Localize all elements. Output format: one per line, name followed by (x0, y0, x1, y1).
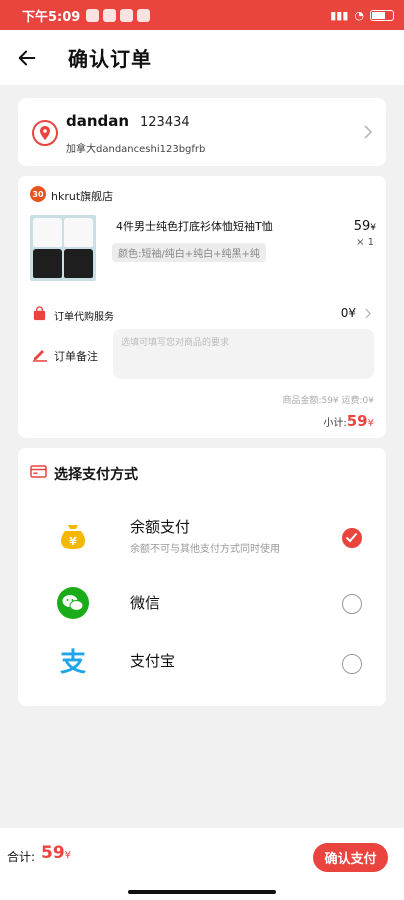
product-quantity: × 1 (356, 237, 374, 248)
white-shirt-image (33, 218, 62, 247)
pencil-icon (33, 350, 47, 362)
black-shirt-image (33, 249, 62, 278)
purchase-service-label: 订单代购服务 (54, 312, 114, 323)
shop-name[interactable]: hkrut旗舰店 (51, 188, 113, 204)
payment-method-name: 余额支付 (130, 518, 191, 536)
app-notification-icon (103, 8, 117, 22)
payment-card-icon (30, 465, 47, 478)
recipient-phone: 123434 (140, 115, 190, 130)
amount-breakdown: 商品金额:59¥ 运费:0¥ (282, 396, 374, 406)
money-bag-icon: ¥ (61, 525, 85, 549)
payment-method-name: 支付宝 (130, 652, 176, 670)
location-pin-icon (32, 120, 58, 146)
payment-method-name: 微信 (130, 594, 161, 612)
status-bar: 下午5:09 ▮▮▮ ◔ (0, 0, 404, 30)
alipay-icon: 支 (60, 648, 86, 678)
app-notification-icon (137, 8, 151, 22)
bottom-bar: 合计: 59¥ 确认支付 (0, 828, 404, 900)
total-amount-unit: ¥ (64, 850, 72, 861)
payment-radio[interactable] (342, 594, 362, 614)
payment-section-title: 选择支付方式 (54, 467, 138, 483)
confirm-payment-button[interactable]: 确认支付 (313, 843, 388, 872)
subtotal-unit: ¥ (367, 418, 374, 429)
product-price: 59¥ (354, 219, 376, 234)
order-card: 30 hkrut旗舰店 4件男士纯色打底衫体恤短袖T恤 颜色:短袖/纯白+纯白+… (18, 176, 386, 438)
black-shirt-image (64, 249, 93, 278)
shopping-bag-icon (33, 306, 46, 321)
address-detail: 加拿大dandanceshi123bgfrb (66, 144, 206, 155)
payment-option-wechat[interactable]: 微信 (18, 580, 386, 636)
total-amount: 59¥ (41, 843, 71, 863)
chevron-right-icon (364, 125, 373, 139)
payment-option-alipay[interactable]: 支 支付宝 (18, 640, 386, 696)
wifi-icon: ◔ (354, 8, 364, 22)
address-card[interactable]: dandan 123434 加拿大dandanceshi123bgfrb (18, 98, 386, 166)
white-shirt-image (64, 218, 93, 247)
app-header: 确认订单 (0, 30, 404, 85)
system-icons: ▮▮▮ ◔ (330, 9, 394, 22)
subtotal: 小计:59¥ (323, 412, 374, 430)
wechat-icon (57, 587, 89, 619)
purchase-service-price: 0¥ (340, 306, 356, 320)
status-time: 下午5:09 (22, 9, 81, 25)
chevron-right-icon[interactable] (364, 308, 372, 319)
app-notification-icon (120, 8, 134, 22)
subtotal-label: 小计: (323, 418, 347, 429)
notification-icons (86, 8, 151, 22)
payment-radio-selected[interactable] (342, 528, 362, 548)
home-indicator[interactable] (128, 890, 276, 894)
app-notification-icon (86, 8, 100, 22)
svg-text:¥: ¥ (69, 535, 77, 548)
product-price-currency: ¥ (370, 223, 376, 233)
page-title: 确认订单 (68, 47, 152, 71)
back-arrow-icon[interactable] (16, 47, 38, 69)
product-title[interactable]: 4件男士纯色打底衫体恤短袖T恤 (116, 218, 273, 234)
recipient-name: dandan (66, 112, 130, 130)
signal-icon: ▮▮▮ (330, 8, 349, 22)
payment-method-desc: 余额不可与其他支付方式同时使用 (130, 544, 280, 555)
check-icon (345, 532, 358, 543)
payment-radio[interactable] (342, 654, 362, 674)
total-amount-value: 59 (41, 843, 65, 863)
product-spec-tag: 颜色:短袖/纯白+纯白+纯黑+纯 (112, 243, 266, 262)
product-image[interactable] (30, 215, 96, 281)
total-label: 合计: (7, 850, 36, 864)
order-note-label: 订单备注 (54, 350, 98, 363)
order-note-input[interactable] (113, 329, 374, 379)
subtotal-value: 59 (346, 412, 368, 430)
payment-card: 选择支付方式 ¥ 余额支付 余额不可与其他支付方式同时使用 微信 支 支付宝 (18, 448, 386, 706)
product-price-value: 59 (353, 219, 371, 234)
svg-text:支: 支 (60, 648, 86, 678)
payment-option-balance[interactable]: ¥ 余额支付 余额不可与其他支付方式同时使用 (18, 512, 386, 568)
shop-logo-icon: 30 (30, 186, 46, 202)
battery-icon (370, 9, 394, 21)
